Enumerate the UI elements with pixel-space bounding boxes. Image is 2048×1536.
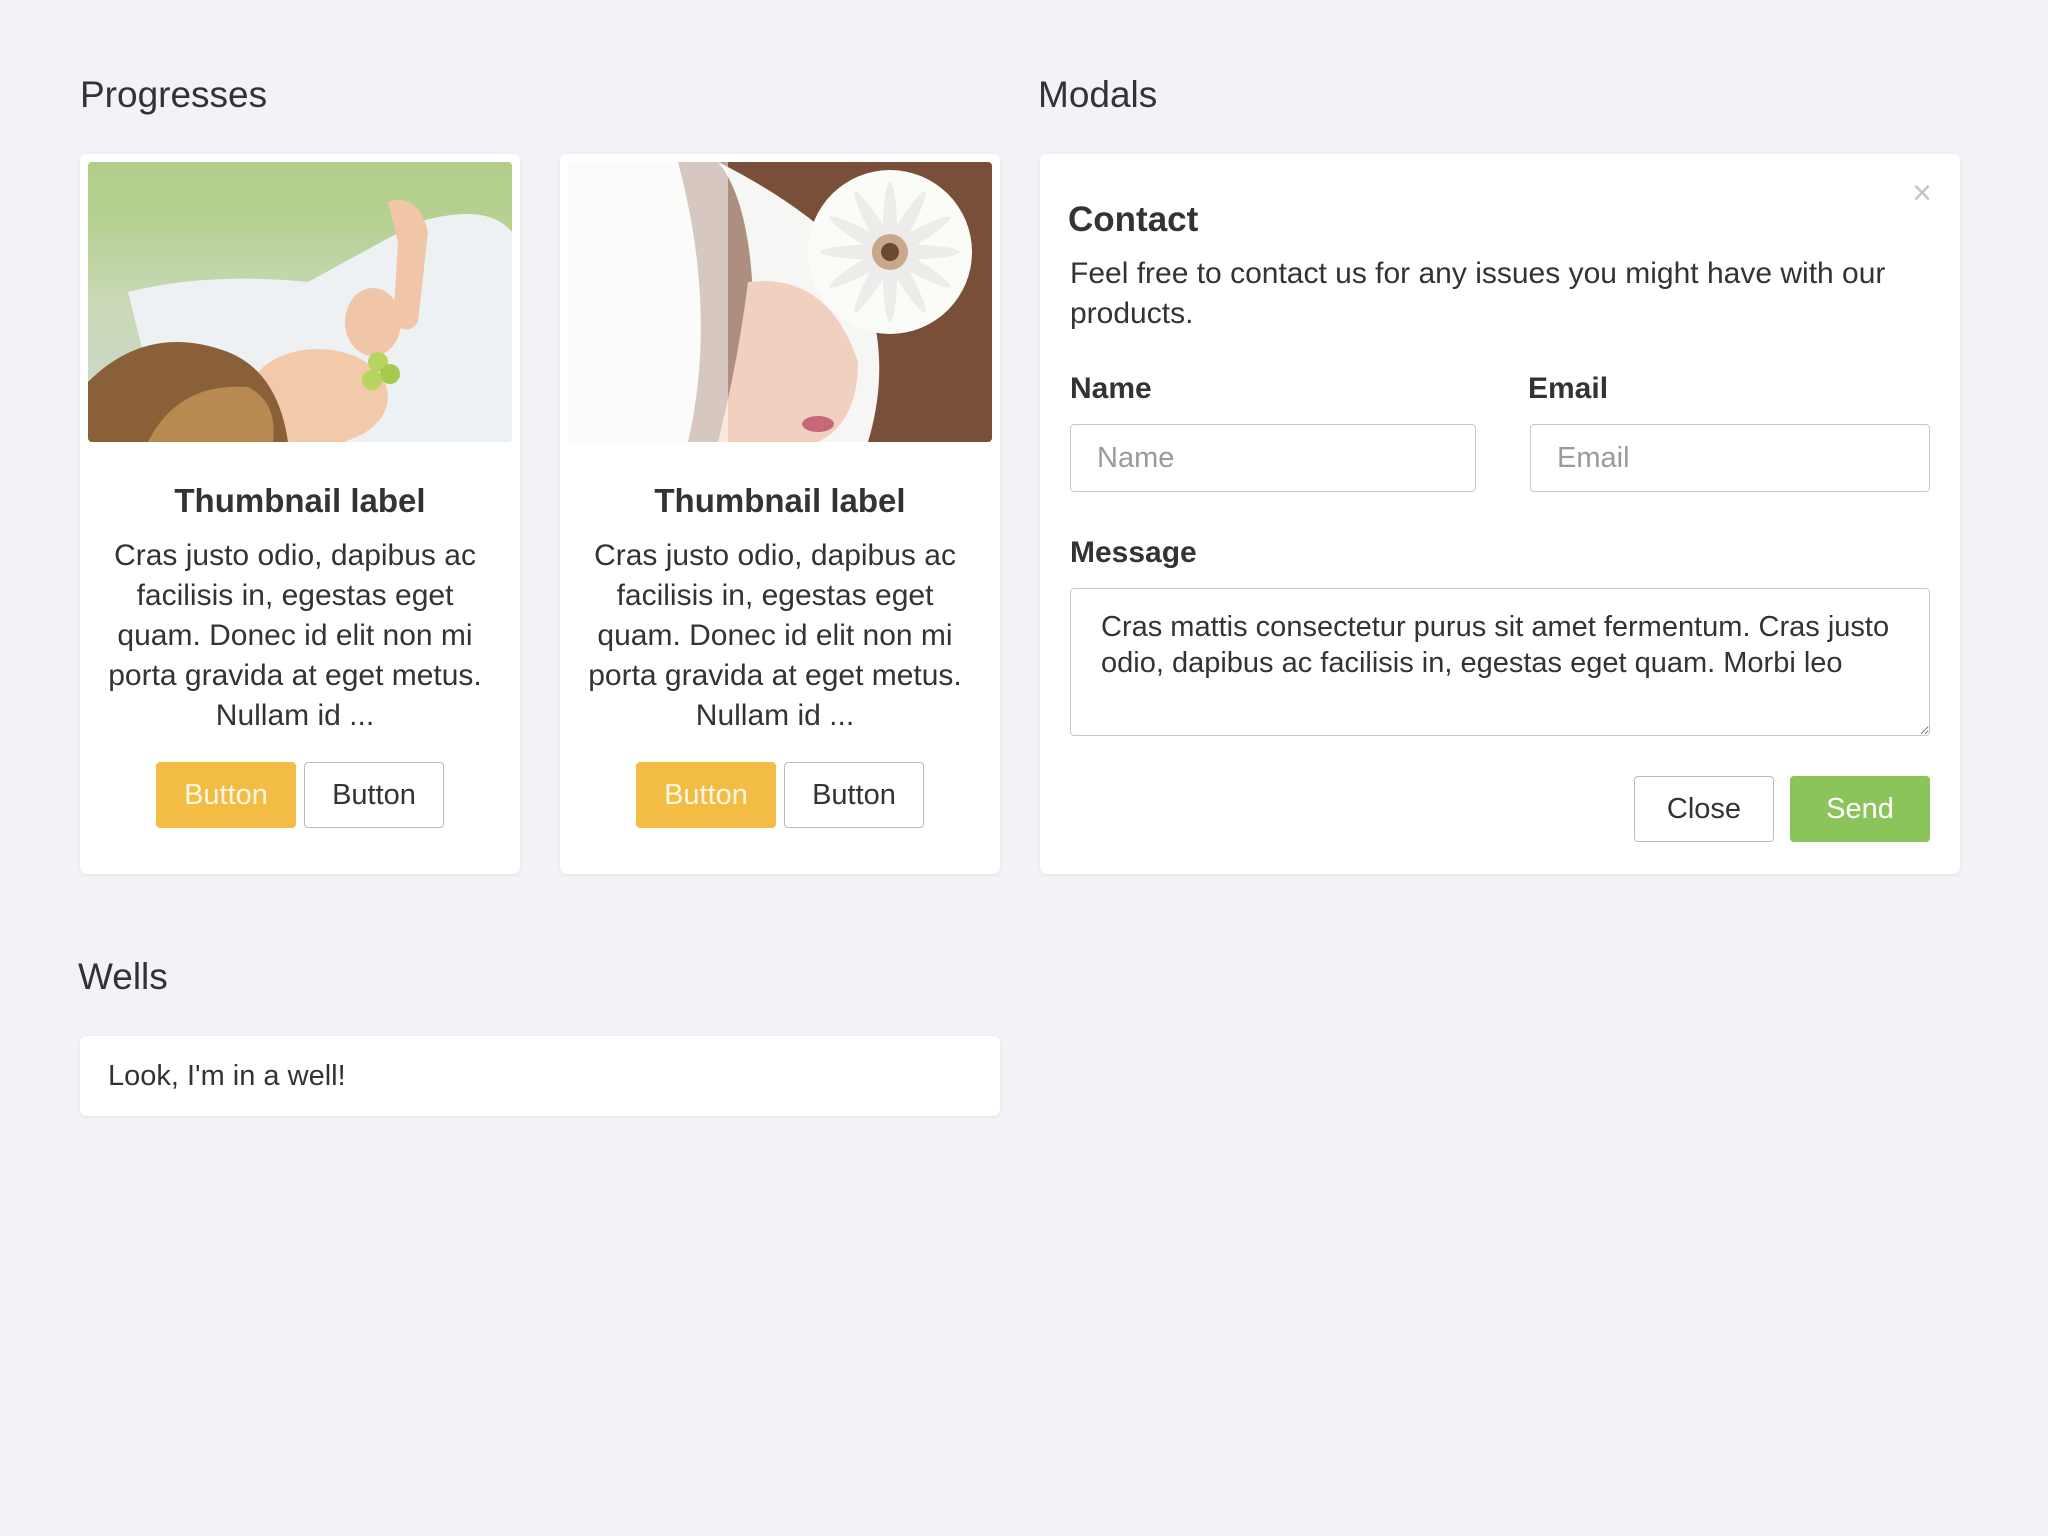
thumbnail-secondary-button[interactable]: Button (304, 762, 444, 828)
email-label: Email (1528, 372, 1609, 405)
thumbnail-label: Thumbnail label (654, 482, 906, 519)
name-input[interactable] (1070, 424, 1476, 492)
thumbnail-description: Cras justo odio, dapibus ac facilisis in… (108, 539, 482, 732)
name-label: Name (1070, 372, 1152, 405)
photo-woman-grass-icon (88, 162, 512, 442)
modal-description: Feel free to contact us for any issues y… (1070, 257, 1886, 330)
section-title-wells: Wells (78, 956, 168, 997)
well: Look, I'm in a well! (80, 1036, 1000, 1116)
send-button[interactable]: Send (1790, 776, 1930, 842)
section-title-progresses: Progresses (80, 74, 268, 115)
thumbnail-card-1: Thumbnail label Cras justo odio, dapibus… (80, 154, 520, 874)
thumbnail-secondary-button[interactable]: Button (784, 762, 924, 828)
thumbnail-primary-button[interactable]: Button (156, 762, 296, 828)
thumbnail-label: Thumbnail label (174, 482, 426, 519)
thumbnail-card-2: Thumbnail label Cras justo odio, dapibus… (560, 154, 1000, 874)
modal-footer: Close Send (1634, 776, 1930, 842)
contact-modal: × Contact Feel free to contact us for an… (1040, 154, 1960, 874)
thumbnail-primary-button[interactable]: Button (636, 762, 776, 828)
thumbnail-button-group: Button Button (80, 762, 520, 828)
section-title-modals: Modals (1038, 74, 1158, 115)
thumbnail-image-woman-grass (88, 162, 512, 442)
modal-title: Contact (1068, 200, 1199, 239)
well-text: Look, I'm in a well! (108, 1059, 346, 1092)
close-button[interactable]: Close (1634, 776, 1774, 842)
thumbnail-button-group: Button Button (560, 762, 1000, 828)
thumbnail-description: Cras justo odio, dapibus ac facilisis in… (588, 539, 962, 732)
thumbnail-image-woman-flower (568, 162, 992, 442)
close-icon[interactable]: × (1912, 176, 1932, 210)
email-input[interactable] (1530, 424, 1930, 492)
message-textarea[interactable]: Cras mattis consectetur purus sit amet f… (1070, 588, 1930, 736)
photo-woman-flower-icon (568, 162, 992, 442)
message-label: Message (1070, 536, 1197, 569)
